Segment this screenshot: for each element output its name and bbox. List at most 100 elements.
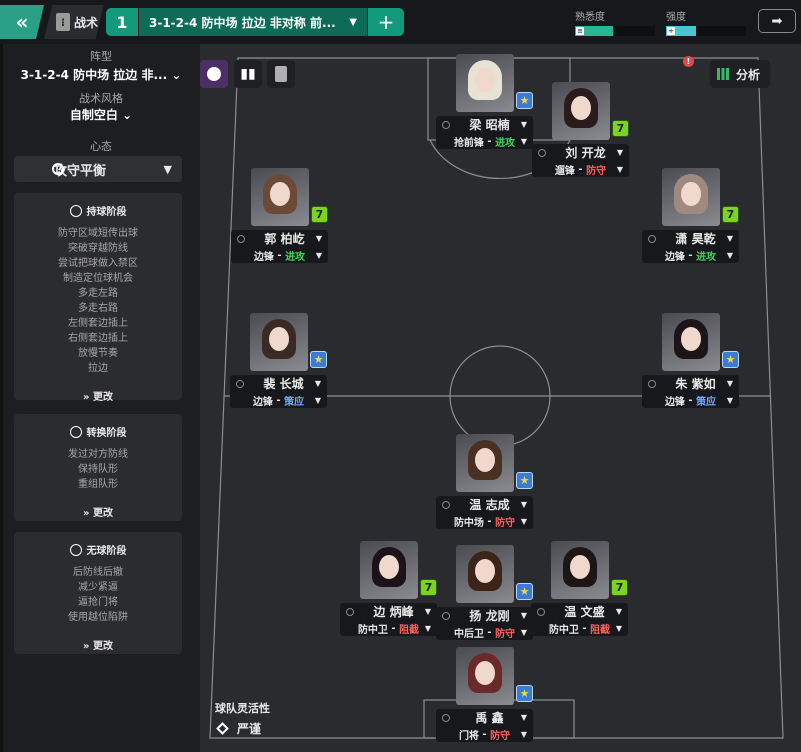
player-photo[interactable] [456, 434, 514, 492]
player-name-bar[interactable]: 朱 紫如 ▼ [642, 375, 739, 392]
player-role-bar[interactable]: 边锋 - 进攻 ▼ [642, 247, 739, 263]
alert-icon[interactable]: ! [683, 56, 694, 67]
role-separator: - [684, 394, 697, 406]
player-name-bar[interactable]: 边 炳峰 ▼ [340, 603, 437, 620]
player-name-bar[interactable]: 温 志成 ▼ [436, 496, 533, 513]
formation-dropdown-label: 3-1-2-4 防中场 拉边 非对称 前... [149, 15, 336, 30]
instructions-view-button[interactable] [267, 60, 295, 88]
player-photo[interactable] [552, 82, 610, 140]
instruction-item: 右侧套边插上 [68, 333, 128, 344]
ability-badge[interactable]: 7 [612, 120, 629, 137]
ability-badge[interactable]: 7 [420, 579, 437, 596]
player-name-bar[interactable]: 刘 开龙 ▼ [532, 144, 629, 161]
player-role-bar[interactable]: 抢前锋 - 进攻 ▼ [436, 133, 533, 149]
role-separator: - [483, 626, 496, 638]
player-face [379, 555, 399, 579]
bar-chart-icon: ▮▮ [240, 66, 256, 82]
player-name-bar[interactable]: 梁 昭楠 ▼ [436, 116, 533, 133]
player-role-bar[interactable]: 遛锋 - 防守 ▼ [532, 161, 629, 177]
intensity-meter[interactable]: 强度 + [666, 8, 746, 36]
chevron-down-icon: ▼ [615, 607, 622, 616]
player-photo[interactable] [360, 541, 418, 599]
flexibility-label: 球队灵活性 [215, 702, 270, 715]
player-role-bar[interactable]: 边锋 - 进攻 ▼ [231, 247, 328, 263]
role-separator: - [483, 515, 496, 527]
star-badge-icon[interactable]: ★ [516, 472, 533, 489]
player-name-bar[interactable]: 郭 柏屹 ▼ [231, 230, 328, 247]
player-photo[interactable] [662, 168, 720, 226]
instruction-item: 保持队形 [78, 464, 118, 475]
star-badge-icon[interactable]: ★ [516, 685, 533, 702]
mentality-label: 心态 [90, 140, 112, 153]
player-name-bar[interactable]: 扬 龙刚 ▼ [436, 607, 533, 624]
formation-dropdown[interactable]: 3-1-2-4 防中场 拉边 非对称 前... ▼ [139, 8, 367, 36]
player-name-bar[interactable]: 潇 昊乾 ▼ [642, 230, 739, 247]
clipboard-icon [275, 66, 287, 82]
role-separator: - [478, 728, 491, 740]
player-face [570, 555, 590, 579]
style-value: 自制空白 [69, 108, 118, 122]
team-flexibility[interactable]: 球队灵活性 严谨 [215, 700, 270, 737]
player-duty: 策应 [284, 396, 305, 408]
star-badge-icon[interactable]: ★ [516, 583, 533, 600]
player-face [475, 559, 495, 583]
player-role-bar[interactable]: 中后卫 - 防守 ▼ [436, 624, 533, 640]
player-name-bar[interactable]: 裴 长城 ▼ [230, 375, 327, 392]
tactic-slot-number[interactable]: 1 [106, 8, 138, 36]
player-photo[interactable] [250, 313, 308, 371]
player-face [475, 448, 495, 472]
change-button[interactable]: » 更改 [14, 637, 182, 652]
player-role-bar[interactable]: 边锋 - 策应 ▼ [230, 392, 327, 408]
chevron-down-icon: ⌄ [122, 108, 133, 122]
sidebar-edge [0, 44, 3, 752]
style-label: 战术风格 [79, 92, 123, 105]
player-photo[interactable] [456, 647, 514, 705]
change-label: 更改 [92, 392, 113, 403]
back-button[interactable]: « [0, 5, 44, 39]
chevron-down-icon: ▼ [424, 623, 431, 633]
mentality-dropdown[interactable]: 攻守平衡 ▼ [14, 156, 182, 182]
player-photo[interactable] [551, 541, 609, 599]
player-duty: 阻截 [399, 624, 420, 636]
chevron-down-icon: ▼ [314, 395, 321, 405]
change-button[interactable]: » 更改 [14, 388, 182, 403]
player-role-bar[interactable]: 防中场 - 防守 ▼ [436, 513, 533, 529]
chevron-down-icon: ▼ [520, 516, 527, 526]
ability-badge[interactable]: 7 [311, 206, 328, 223]
player-role-bar[interactable]: 门将 - 防守 ▼ [436, 726, 533, 742]
ability-badge[interactable]: 7 [722, 206, 739, 223]
person-icon [537, 607, 545, 616]
change-button[interactable]: » 更改 [14, 504, 182, 519]
player-photo[interactable] [456, 54, 514, 112]
player-photo[interactable] [662, 313, 720, 371]
player-face [681, 327, 701, 351]
add-tactic-button[interactable]: + [368, 8, 404, 36]
player-photo[interactable] [251, 168, 309, 226]
person-icon [236, 379, 244, 388]
instruction-item: 减少紧逼 [78, 582, 118, 593]
player-name-bar[interactable]: 温 文盛 ▼ [531, 603, 628, 620]
star-badge-icon[interactable]: ★ [516, 92, 533, 109]
player-role-bar[interactable]: 边锋 - 策应 ▼ [642, 392, 739, 408]
person-icon [346, 607, 354, 616]
phase-title: 转换阶段 [86, 428, 127, 439]
style-selector[interactable]: 自制空白 ⌄ [6, 106, 196, 123]
stats-view-button[interactable]: ▮▮ [234, 60, 262, 88]
star-badge-icon[interactable]: ★ [722, 351, 739, 368]
ability-badge[interactable]: 7 [611, 579, 628, 596]
chevron-down-icon: ▼ [726, 250, 733, 260]
instruction-item: 放慢节奏 [78, 348, 118, 359]
familiarity-meter[interactable]: 熟悉度 ≡ [575, 8, 655, 36]
analysis-button[interactable]: 分析 [710, 60, 770, 88]
player-name-bar[interactable]: 禹 鑫 ▼ [436, 709, 533, 726]
player-role-bar[interactable]: 防中卫 - 阻截 ▼ [531, 620, 628, 636]
formation-selector[interactable]: 3-1-2-4 防中场 拉边 非... ⌄ [6, 66, 196, 83]
player-view-button[interactable] [200, 60, 228, 88]
tab-tactics[interactable]: ⁝ 战术 [44, 5, 104, 39]
chevron-down-icon: ▼ [163, 162, 172, 176]
player-role: 边锋 [664, 251, 685, 263]
star-badge-icon[interactable]: ★ [310, 351, 327, 368]
player-photo[interactable] [456, 545, 514, 603]
player-role-bar[interactable]: 防中卫 - 阻截 ▼ [340, 620, 437, 636]
exit-button[interactable]: ➡ [758, 9, 796, 33]
